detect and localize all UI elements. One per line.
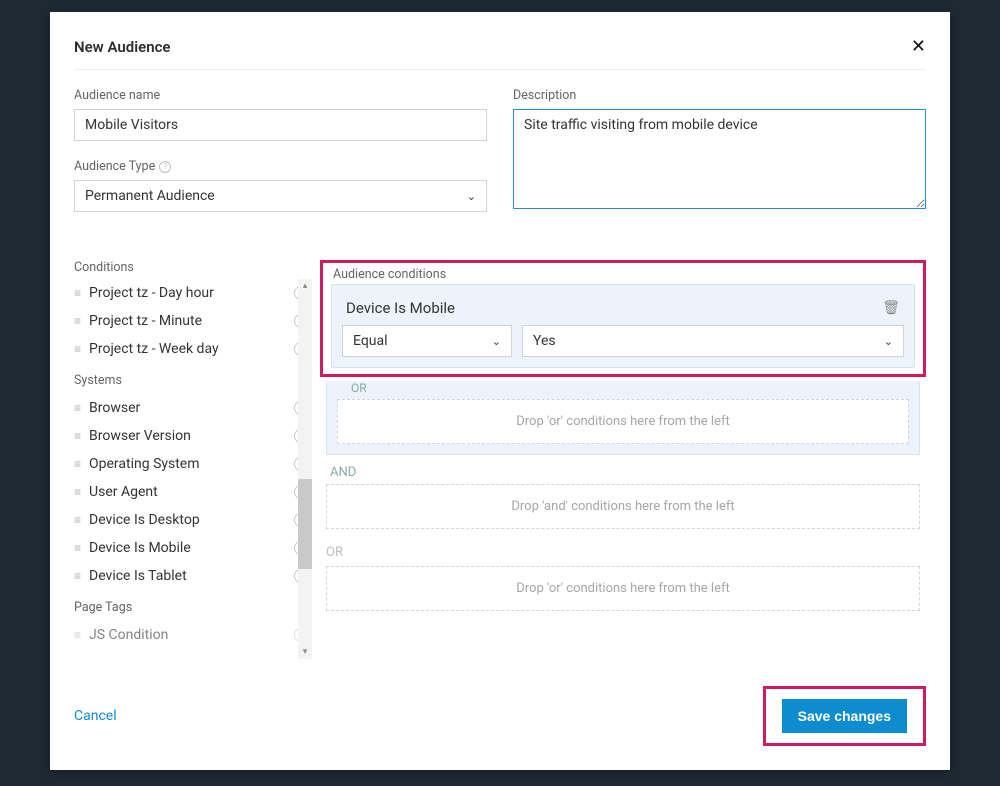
condition-card-title: Device Is Mobile xyxy=(346,299,455,317)
audience-type-select[interactable]: Permanent Audience ⌄ xyxy=(74,180,487,212)
name-column: Audience name Audience Type ? Permanent … xyxy=(74,88,487,212)
save-changes-button[interactable]: Save changes xyxy=(782,699,907,733)
or-dropzone[interactable]: Drop 'or' conditions here from the left xyxy=(337,399,909,444)
grip-icon: ≡ xyxy=(74,513,79,527)
trash-icon[interactable]: 🗑 xyxy=(882,300,900,316)
chevron-down-icon: ⌄ xyxy=(492,335,501,348)
conditions-panel: Conditions ≡Project tz - Day hour ? ≡Pro… xyxy=(74,260,312,674)
condition-item[interactable]: ≡Project tz - Week day ? xyxy=(74,335,308,363)
type-label: Audience Type ? xyxy=(74,159,487,174)
conditions-list: ≡Project tz - Day hour ? ≡Project tz - M… xyxy=(74,279,312,659)
grip-icon: ≡ xyxy=(74,286,79,300)
or-label: OR xyxy=(351,381,909,395)
description-textarea[interactable] xyxy=(513,109,926,209)
chevron-down-icon: ⌄ xyxy=(467,190,476,203)
chevron-down-icon: ⌄ xyxy=(884,335,893,348)
condition-item[interactable]: ≡Device Is Tablet ? xyxy=(74,562,308,590)
grip-icon: ≡ xyxy=(74,457,79,471)
grip-icon: ≡ xyxy=(74,429,79,443)
condition-item[interactable]: ≡JS Condition ? xyxy=(74,621,308,649)
page-tags-group-label: Page Tags xyxy=(74,600,308,615)
grip-icon: ≡ xyxy=(74,314,79,328)
help-icon[interactable]: ? xyxy=(159,161,171,173)
condition-item[interactable]: ≡Project tz - Day hour ? xyxy=(74,279,308,307)
grip-icon: ≡ xyxy=(74,342,79,356)
condition-item[interactable]: ≡Project tz - Minute ? xyxy=(74,307,308,335)
condition-item[interactable]: ≡Browser Version ? xyxy=(74,422,308,450)
highlight-save: Save changes xyxy=(763,686,926,746)
condition-card: Device Is Mobile 🗑 Equal ⌄ Yes ⌄ xyxy=(342,295,904,357)
audience-conditions-label: Audience conditions xyxy=(333,267,921,282)
new-audience-modal: New Audience ✕ Audience name Audience Ty… xyxy=(50,12,950,770)
condition-item[interactable]: ≡Browser ? xyxy=(74,394,308,422)
systems-group-label: Systems xyxy=(74,373,308,388)
condition-group-continued: OR Drop 'or' conditions here from the le… xyxy=(326,381,920,455)
scroll-up-icon[interactable]: ▴ xyxy=(298,279,312,293)
condition-item[interactable]: ≡Operating System ? xyxy=(74,450,308,478)
outer-or-label: OR xyxy=(326,545,926,560)
modal-title: New Audience xyxy=(74,38,170,56)
modal-footer: Cancel Save changes xyxy=(74,674,926,746)
condition-card-header: Device Is Mobile 🗑 xyxy=(342,295,904,325)
grip-icon: ≡ xyxy=(74,569,79,583)
audience-conditions-panel: Audience conditions Device Is Mobile 🗑 E… xyxy=(320,260,926,674)
conditions-label: Conditions xyxy=(74,260,312,275)
scrollbar[interactable]: ▴ ▾ xyxy=(298,279,312,659)
condition-item[interactable]: ≡User Agent ? xyxy=(74,478,308,506)
condition-item[interactable]: ≡Device Is Desktop ? xyxy=(74,506,308,534)
condition-selects: Equal ⌄ Yes ⌄ xyxy=(342,325,904,357)
operator-select[interactable]: Equal ⌄ xyxy=(342,325,512,357)
grip-icon: ≡ xyxy=(74,628,79,642)
highlight-condition-card: Audience conditions Device Is Mobile 🗑 E… xyxy=(320,260,926,377)
grip-icon: ≡ xyxy=(74,401,79,415)
grip-icon: ≡ xyxy=(74,541,79,555)
description-label: Description xyxy=(513,88,926,103)
and-dropzone[interactable]: Drop 'and' conditions here from the left xyxy=(326,484,920,529)
type-label-text: Audience Type xyxy=(74,159,155,174)
and-label: AND xyxy=(330,465,926,480)
scroll-thumb[interactable] xyxy=(298,479,312,569)
condition-item[interactable]: ≡Device Is Mobile ? xyxy=(74,534,308,562)
scroll-down-icon[interactable]: ▾ xyxy=(298,645,312,659)
value-select[interactable]: Yes ⌄ xyxy=(522,325,904,357)
modal-header: New Audience ✕ xyxy=(74,36,926,70)
name-label: Audience name xyxy=(74,88,487,103)
condition-group: Device Is Mobile 🗑 Equal ⌄ Yes ⌄ xyxy=(331,284,915,368)
builder: Conditions ≡Project tz - Day hour ? ≡Pro… xyxy=(74,260,926,674)
description-column: Description xyxy=(513,88,926,212)
audience-name-input[interactable] xyxy=(74,109,487,141)
type-value: Permanent Audience xyxy=(85,188,215,204)
grip-icon: ≡ xyxy=(74,485,79,499)
form-row: Audience name Audience Type ? Permanent … xyxy=(74,88,926,212)
cancel-link[interactable]: Cancel xyxy=(74,708,117,724)
close-icon[interactable]: ✕ xyxy=(911,36,926,57)
outer-or-dropzone[interactable]: Drop 'or' conditions here from the left xyxy=(326,566,920,611)
